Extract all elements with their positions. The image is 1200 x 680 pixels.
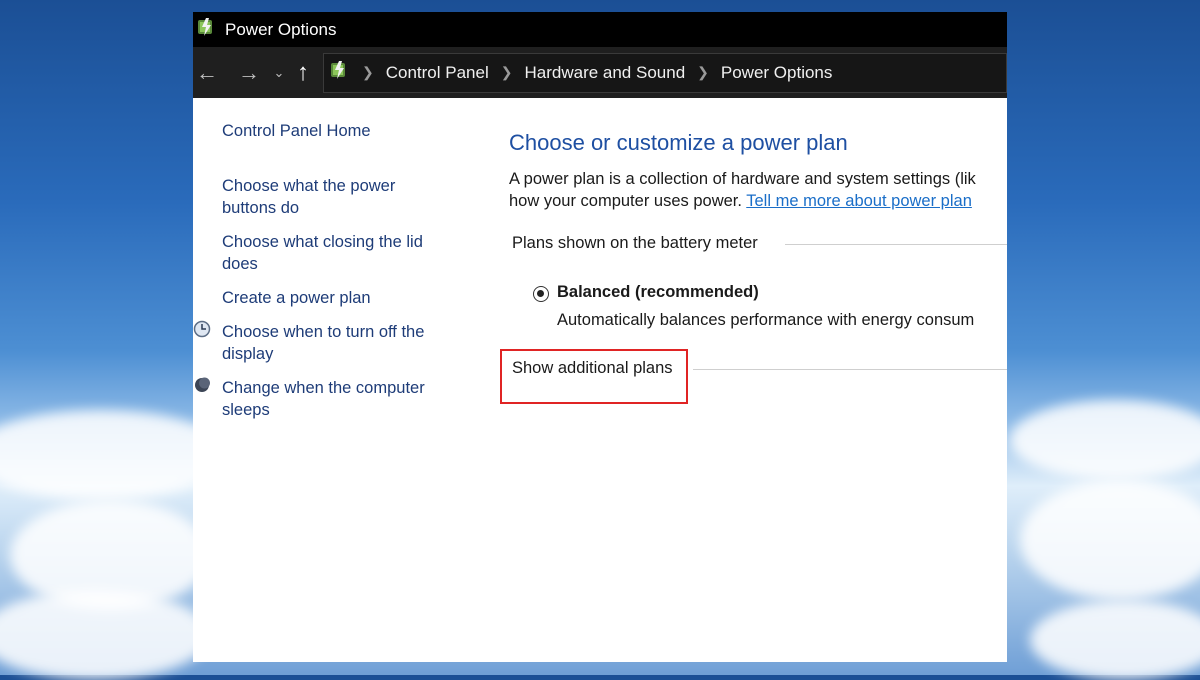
sidebar-item-label: Change when the computer xyxy=(222,379,425,397)
window-title: Power Options xyxy=(225,19,337,39)
moon-icon xyxy=(193,376,211,399)
sidebar-item-label: Create a power plan xyxy=(222,289,371,307)
description-line-2: how your computer uses power. Tell me mo… xyxy=(509,190,976,212)
sidebar-item-label: Choose what closing the lid xyxy=(222,233,423,251)
sidebar-item-label: sleeps xyxy=(222,401,270,419)
forward-arrow-icon[interactable]: → xyxy=(235,60,263,86)
plans-group-label: Plans shown on the battery meter xyxy=(512,234,758,252)
sidebar-item-label: does xyxy=(222,255,258,273)
description-line-1: A power plan is a collection of hardware… xyxy=(509,170,976,188)
group-divider xyxy=(785,244,1007,245)
sidebar-item-turn-off-display[interactable]: Choose when to turn off the display xyxy=(222,321,424,365)
sidebar-item-create-plan[interactable]: Create a power plan xyxy=(222,287,371,309)
balanced-plan-description: Automatically balances performance with … xyxy=(557,311,975,329)
clock-icon xyxy=(193,320,211,343)
sidebar-item-label: Choose what the power xyxy=(222,177,396,195)
location-icon xyxy=(328,59,350,86)
sidebar-item-label: Choose when to turn off the xyxy=(222,323,425,341)
highlight-box xyxy=(500,349,688,404)
additional-plans-divider xyxy=(693,369,1007,370)
chevron-right-icon: ❯ xyxy=(500,64,513,80)
sidebar-item-closing-lid[interactable]: Choose what closing the lid does xyxy=(222,231,423,275)
power-options-window: Power Options ← → ⌄ ↑ ❯ Control Panel ❯ … xyxy=(193,12,1007,662)
crumb-control-panel[interactable]: Control Panel xyxy=(386,63,489,83)
sidebar-item-label: display xyxy=(222,345,274,363)
up-arrow-icon[interactable]: ↑ xyxy=(289,59,317,87)
control-panel-home-link[interactable]: Control Panel Home xyxy=(222,120,371,142)
power-options-icon xyxy=(195,16,217,43)
tell-me-more-link[interactable]: Tell me more about power plan xyxy=(746,192,972,210)
crumb-power-options[interactable]: Power Options xyxy=(721,63,833,83)
back-arrow-icon[interactable]: ← xyxy=(193,60,221,86)
balanced-plan-radio[interactable] xyxy=(533,286,549,302)
crumb-hardware-and-sound[interactable]: Hardware and Sound xyxy=(524,63,685,83)
sidebar-item-computer-sleeps[interactable]: Change when the computer sleeps xyxy=(222,377,425,421)
description-text: how your computer uses power. xyxy=(509,192,747,210)
address-bar: ← → ⌄ ↑ ❯ Control Panel ❯ Hardware and S… xyxy=(193,47,1007,98)
page-title: Choose or customize a power plan xyxy=(509,130,848,155)
breadcrumb[interactable]: ❯ Control Panel ❯ Hardware and Sound ❯ P… xyxy=(323,52,1007,93)
balanced-plan-label[interactable]: Balanced (recommended) xyxy=(557,283,759,302)
title-bar[interactable]: Power Options xyxy=(193,12,1007,47)
chevron-right-icon: ❯ xyxy=(697,64,709,80)
chevron-right-icon: ❯ xyxy=(362,64,374,80)
sidebar-item-label: buttons do xyxy=(222,199,300,217)
sidebar-item-power-buttons[interactable]: Choose what the power buttons do xyxy=(222,175,395,219)
description: A power plan is a collection of hardware… xyxy=(509,168,976,212)
chevron-down-icon[interactable]: ⌄ xyxy=(269,65,289,81)
